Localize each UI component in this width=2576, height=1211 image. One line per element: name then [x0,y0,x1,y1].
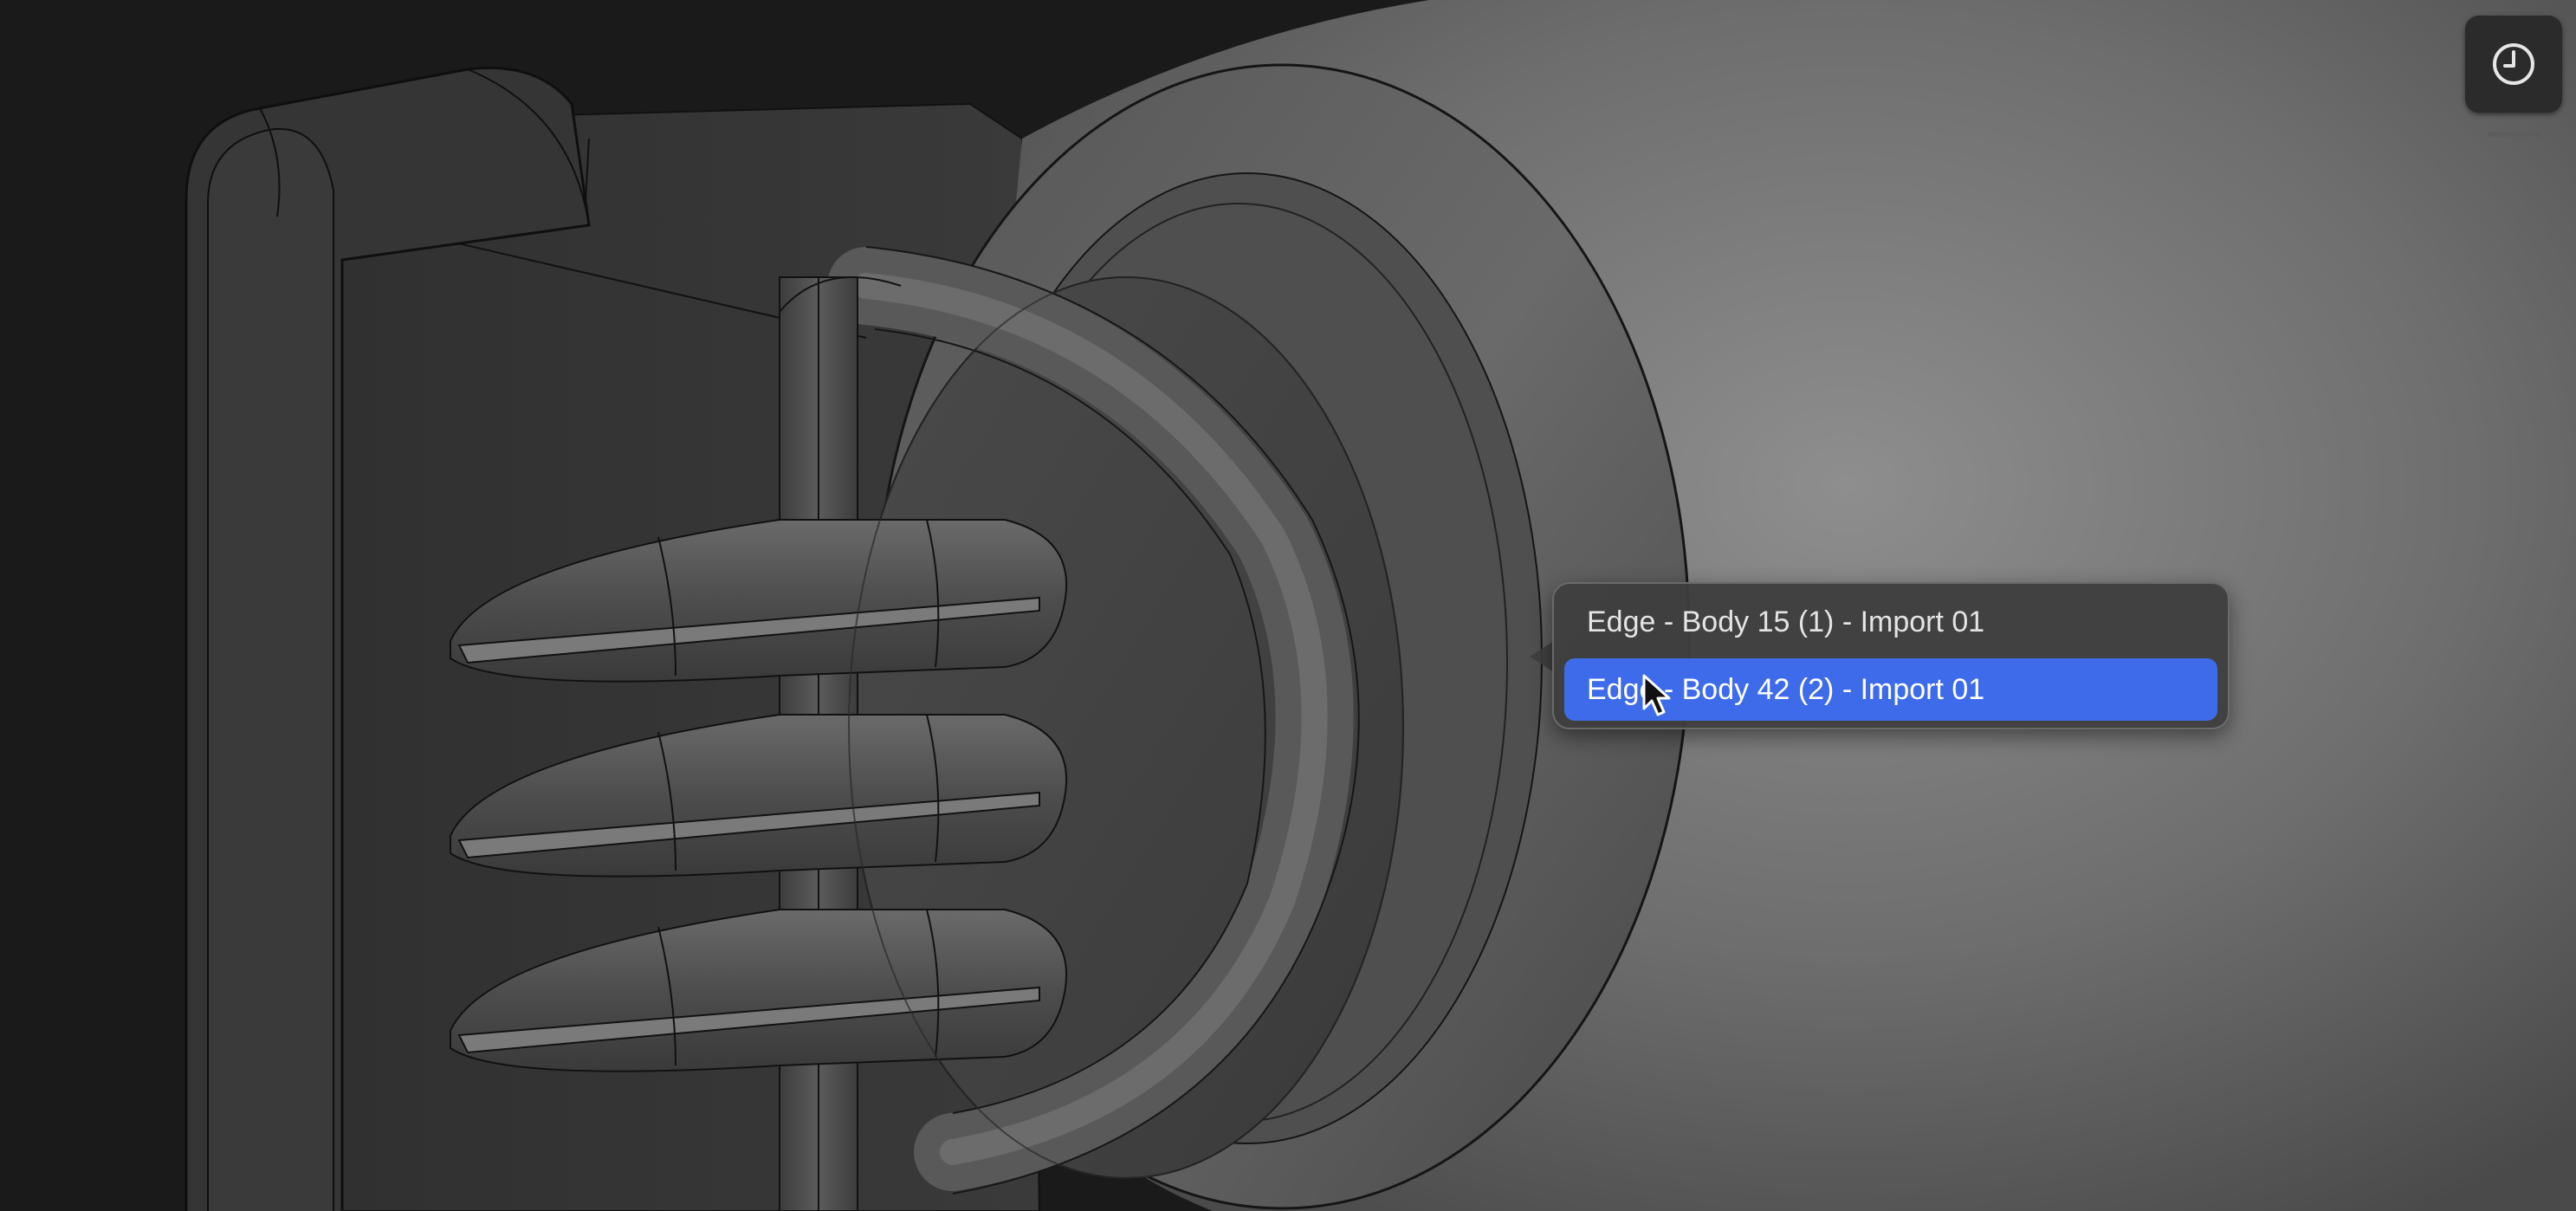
panel-drag-handle[interactable] [2488,132,2541,137]
menu-item-edge-body-15[interactable]: Edge - Body 15 (1) - Import 01 [1564,591,2217,653]
mouse-cursor-icon [1642,674,1671,716]
clock-icon [2493,43,2534,85]
history-button[interactable] [2465,16,2562,113]
popup-pointer [1530,641,1554,672]
